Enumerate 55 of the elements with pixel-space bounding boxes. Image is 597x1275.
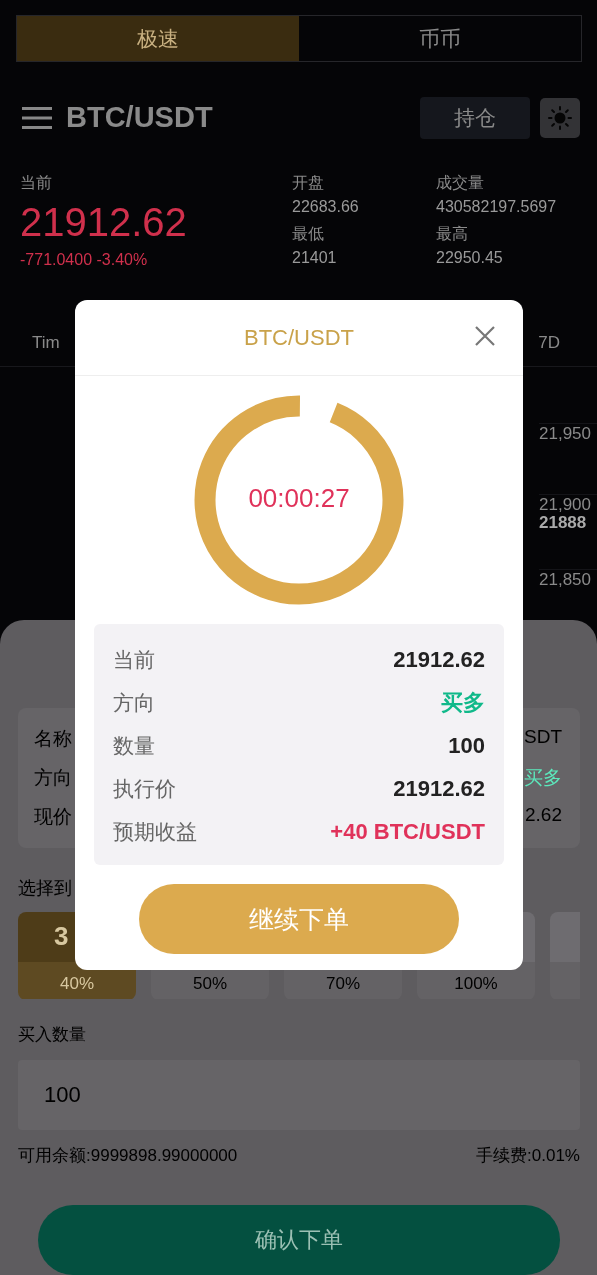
detail-value: 21912.62 (393, 775, 485, 802)
price-axis-label: 21,900 (539, 494, 597, 515)
theme-toggle-button[interactable] (540, 97, 580, 138)
stat-value: 22950.45 (436, 249, 504, 267)
stat-value: 22683.66 (292, 198, 360, 216)
detail-label: 执行价 (113, 775, 176, 802)
period-value: 3 (54, 921, 69, 953)
interval-tab[interactable]: Tim (32, 333, 60, 353)
stat-label: 成交量 (436, 173, 485, 193)
interval-tab[interactable]: 7D (538, 333, 560, 353)
stat-value: 430582197.5697 (436, 198, 558, 216)
detail-label: 当前 (113, 646, 155, 673)
price-change: -771.0400 -3.40% (20, 251, 149, 269)
confirm-order-button[interactable]: 确认下单 (38, 1205, 560, 1275)
modal-title: BTC/USDT (244, 324, 354, 351)
info-label: 现价 (34, 804, 72, 829)
close-button[interactable] (473, 324, 497, 348)
current-price: 21912.62 (20, 200, 188, 245)
info-label: 方向 (34, 765, 72, 790)
stat-value: 21401 (292, 249, 338, 267)
menu-icon[interactable] (22, 105, 52, 130)
mode-tab[interactable]: 极速 (17, 16, 299, 61)
profit-rate: 50% (193, 973, 227, 994)
info-value: 买多 (524, 765, 562, 790)
profit-rate: 70% (326, 973, 360, 994)
stat-label: 最高 (436, 224, 469, 244)
detail-label: 数量 (113, 732, 155, 759)
positions-button[interactable]: 持仓 (420, 96, 530, 139)
price-axis-label: 21,950 (539, 423, 597, 444)
quantity-field[interactable]: 100 (18, 1060, 580, 1131)
info-value: 2.62 (525, 803, 562, 827)
mode-tab[interactable]: 币币 (299, 16, 581, 61)
countdown-time: 00:00:27 (247, 483, 351, 514)
detail-label: 方向 (113, 689, 155, 716)
detail-value: +40 BTC/USDT (330, 818, 485, 845)
profit-rate: 100% (454, 973, 498, 994)
stat-label: 最低 (292, 224, 325, 244)
info-label: 名称 (34, 727, 72, 751)
close-icon (473, 324, 497, 348)
stat-label: 开盘 (292, 173, 325, 193)
detail-value: 买多 (441, 688, 485, 717)
info-value: SDT (524, 726, 562, 749)
pair-title: BTC/USDT (66, 101, 214, 134)
detail-label: 预期收益 (113, 818, 197, 845)
price-label: 当前 (20, 173, 53, 193)
last-price-label: 21888 (539, 513, 588, 533)
profit-rate: 40% (60, 973, 94, 994)
quantity-label: 买入数量 (18, 1024, 87, 1047)
sun-icon (548, 105, 572, 130)
fee-text: 手续费:0.01% (476, 1145, 580, 1168)
detail-value: 100 (448, 732, 485, 759)
detail-value: 21912.62 (393, 646, 485, 673)
balance-text: 可用余额:9999898.99000000 (18, 1145, 238, 1168)
duration-label: 选择到 (18, 876, 73, 900)
price-axis-label: 21,850 (539, 569, 597, 590)
